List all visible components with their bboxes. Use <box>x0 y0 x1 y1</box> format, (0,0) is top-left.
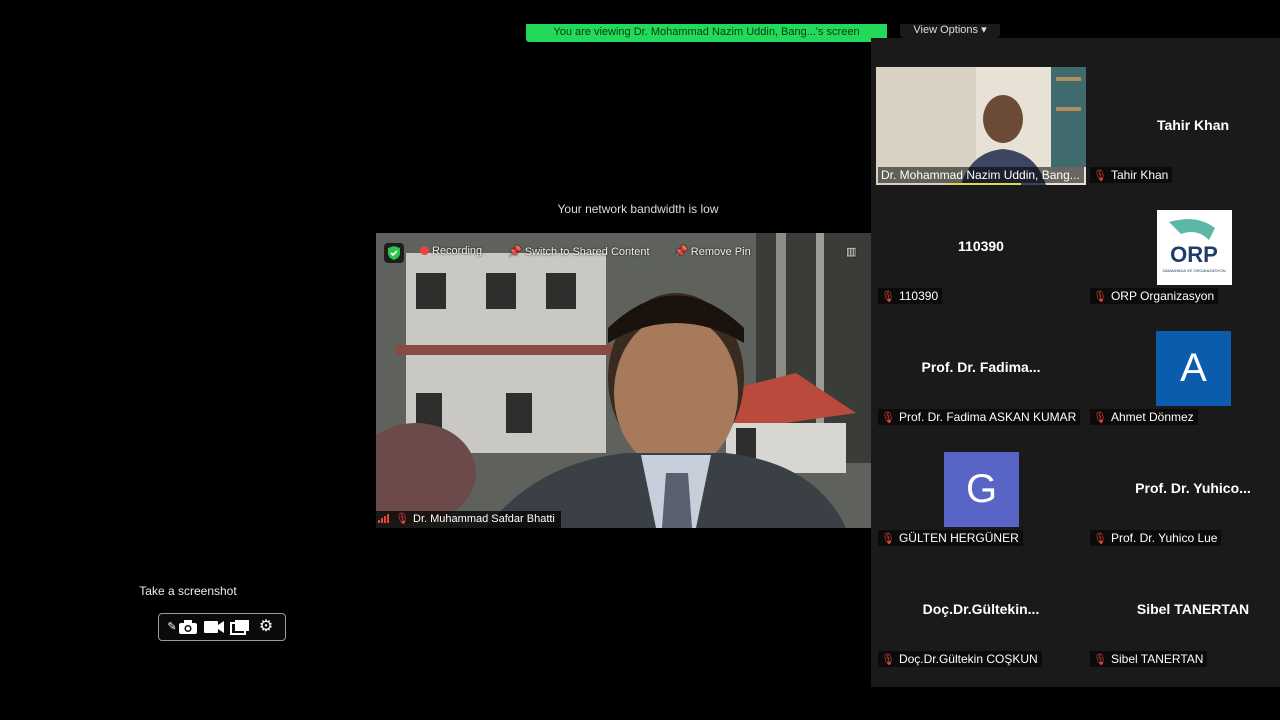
mic-muted-icon: 🎙 <box>881 291 895 303</box>
remove-pin-button[interactable]: 📌 Remove Pin <box>674 245 751 258</box>
chevron-down-icon: ▾ <box>981 24 987 36</box>
participant-display-name: Doç.Dr.Gültekin... <box>922 601 1040 617</box>
screen-share-banner: You are viewing Dr. Mohammad Nazim Uddin… <box>526 24 887 42</box>
participant-display-name: 110390 <box>958 238 1004 254</box>
video-camera-icon[interactable] <box>203 617 225 637</box>
mic-muted-icon: 🎙 <box>881 533 895 545</box>
participant-tile[interactable]: Sibel TANERTAN 🎙 Sibel TANERTAN <box>1088 551 1280 669</box>
participant-name: 🎙 Sibel TANERTAN <box>1090 651 1208 667</box>
remove-pin-label: Remove Pin <box>690 246 751 258</box>
participant-display-name: Prof. Dr. Yuhico... <box>1135 480 1251 496</box>
participant-tile[interactable]: Tahir Khan 🎙 Tahir Khan <box>1088 67 1280 185</box>
participant-avatar: G <box>944 452 1019 527</box>
mic-muted-icon: 🎙 <box>1093 533 1107 545</box>
participant-tile[interactable]: G 🎙 GÜLTEN HERGÜNER <box>876 430 1086 548</box>
video-frame <box>376 233 871 528</box>
layout-icon[interactable]: ▥ <box>846 245 856 258</box>
recording-dot-icon <box>420 246 429 255</box>
signal-bars-icon <box>378 514 389 523</box>
video-toolbar: Recording 📌 Switch to Shared Content 📌 R… <box>376 233 871 269</box>
pin-icon: 📌 <box>508 246 522 258</box>
switch-label: Switch to Shared Content <box>524 246 650 258</box>
main-video-name-tag: 🎙 Dr. Muhammad Safdar Bhatti <box>376 511 561 528</box>
screenshot-toolbar: ✎ ⚙ <box>158 613 286 641</box>
participant-display-name: Tahir Khan <box>1156 117 1230 133</box>
participant-name: 🎙 Ahmet Dönmez <box>1090 409 1198 425</box>
participant-tile[interactable]: 110390 🎙 110390 <box>876 188 1086 306</box>
shield-icon <box>384 243 404 263</box>
participant-name: 🎙 Doç.Dr.Gültekin COŞKUN <box>878 651 1042 667</box>
active-speaker-indicator <box>946 183 1021 185</box>
svg-text:ZAMANINDA VE ORGANIZASYON: ZAMANINDA VE ORGANIZASYON <box>1162 268 1225 273</box>
windows-icon[interactable] <box>229 617 251 637</box>
participant-tile[interactable]: Doç.Dr.Gültekin... 🎙 Doç.Dr.Gültekin COŞK… <box>876 551 1086 669</box>
participant-display-name: Sibel TANERTAN <box>1136 601 1250 617</box>
main-video[interactable]: Recording 📌 Switch to Shared Content 📌 R… <box>376 233 871 528</box>
participant-tile[interactable]: Prof. Dr. Yuhico... 🎙 Prof. Dr. Yuhico Lu… <box>1088 430 1280 548</box>
mic-muted-icon: 🎙 <box>395 513 410 525</box>
participant-name: 🎙 GÜLTEN HERGÜNER <box>878 530 1023 546</box>
mic-muted-icon: 🎙 <box>1093 412 1107 424</box>
orp-logo: ORP ZAMANINDA VE ORGANIZASYON <box>1157 210 1232 285</box>
participant-tile[interactable]: Dr. Mohammad Nazim Uddin, Bang... <box>876 67 1086 185</box>
bandwidth-warning: Your network bandwidth is low <box>557 202 719 216</box>
camera-icon[interactable] <box>177 617 199 637</box>
participant-name: 🎙 Prof. Dr. Yuhico Lue <box>1090 530 1222 546</box>
view-options-button[interactable]: View Options ▾ <box>900 24 1000 38</box>
switch-to-shared-content-button[interactable]: 📌 Switch to Shared Content <box>508 245 650 258</box>
mic-muted-icon: 🎙 <box>1093 291 1107 303</box>
participant-name: 🎙 Prof. Dr. Fadima ASKAN KUMAR <box>878 409 1081 425</box>
mic-muted-icon: 🎙 <box>1093 170 1107 182</box>
view-options-label: View Options <box>913 24 978 36</box>
recording-indicator[interactable]: Recording <box>420 245 482 257</box>
participant-tile[interactable]: A 🎙 Ahmet Dönmez <box>1088 309 1280 427</box>
participant-name: 🎙 Tahir Khan <box>1090 167 1173 183</box>
participant-name: 🎙 ORP Organizasyon <box>1090 288 1219 304</box>
screenshot-tooltip: Take a screenshot <box>139 584 237 598</box>
participant-name: 🎙 110390 <box>878 288 943 304</box>
participant-name: Dr. Mohammad Nazim Uddin, Bang... <box>878 167 1084 183</box>
main-video-participant-name: Dr. Muhammad Safdar Bhatti <box>413 513 555 525</box>
pin-icon: 📌 <box>674 246 688 258</box>
participant-tile[interactable]: Prof. Dr. Fadima... 🎙 Prof. Dr. Fadima AS… <box>876 309 1086 427</box>
gear-icon[interactable]: ⚙ <box>255 617 277 637</box>
participant-avatar: A <box>1156 331 1231 406</box>
gallery-panel: Dr. Mohammad Nazim Uddin, Bang... Tahir … <box>871 38 1280 687</box>
screen-share-banner-text: You are viewing Dr. Mohammad Nazim Uddin… <box>553 26 860 38</box>
mic-muted-icon: 🎙 <box>881 412 895 424</box>
mic-muted-icon: 🎙 <box>881 654 895 666</box>
recording-label: Recording <box>432 245 483 257</box>
participant-tile[interactable]: ORP ZAMANINDA VE ORGANIZASYON 🎙 ORP Organ… <box>1088 188 1280 306</box>
participant-display-name: Prof. Dr. Fadima... <box>921 359 1041 375</box>
svg-text:ORP: ORP <box>1170 242 1218 267</box>
mic-muted-icon: 🎙 <box>1093 654 1107 666</box>
